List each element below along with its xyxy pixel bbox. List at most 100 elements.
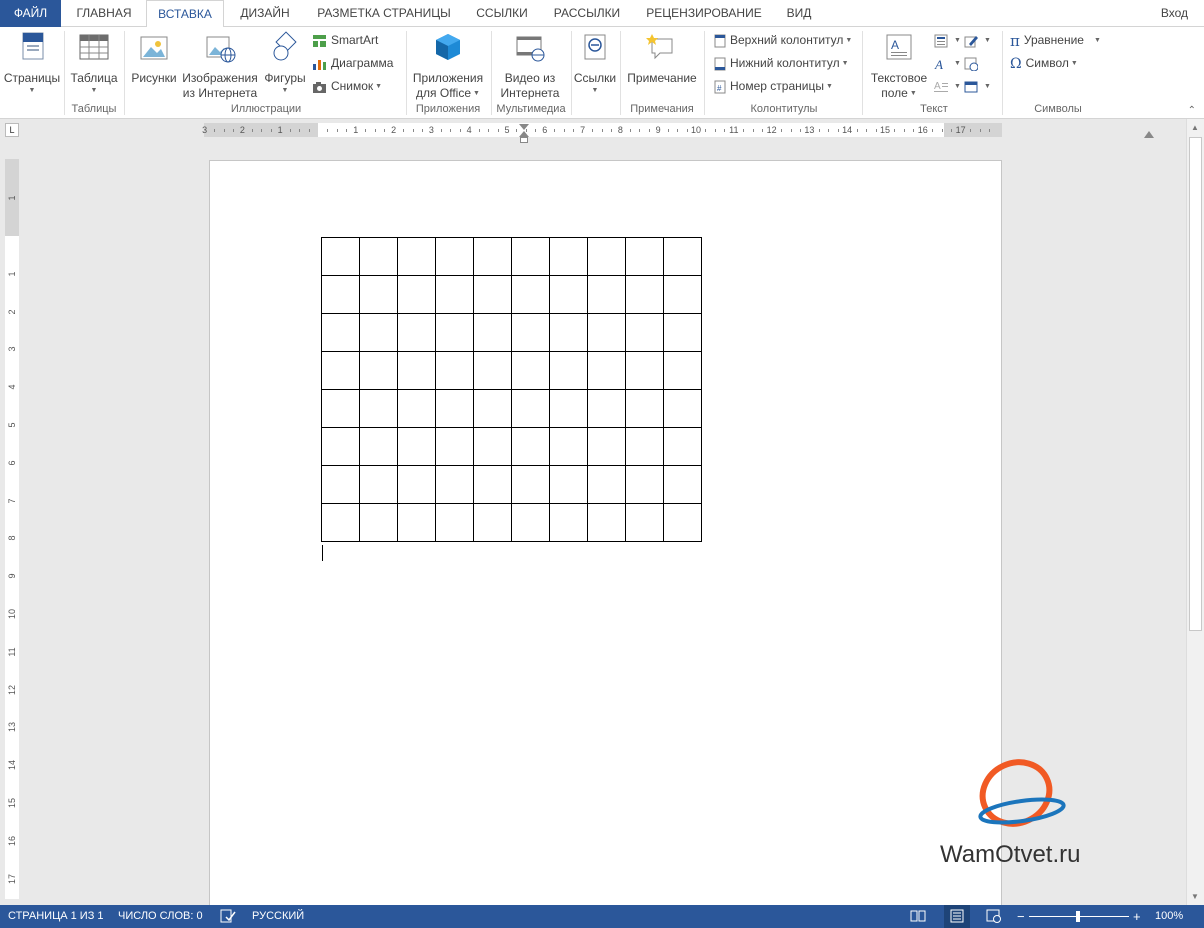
object-button[interactable]: ▼ [964,78,991,95]
table-cell[interactable] [587,427,626,466]
table-cell[interactable] [587,237,626,276]
table-cell[interactable] [321,275,360,314]
table-cell[interactable] [435,275,474,314]
proofing-icon[interactable] [220,905,236,928]
table-cell[interactable] [321,351,360,390]
table-cell[interactable] [549,313,588,352]
table-cell[interactable] [549,465,588,504]
table-cell[interactable] [435,237,474,276]
table-cell[interactable] [663,427,702,466]
table-cell[interactable] [473,389,512,428]
tab-mailings[interactable]: РАССЫЛКИ [544,0,630,27]
smartart-button[interactable]: SmartArt [312,32,378,48]
document-table[interactable] [321,237,702,542]
table-cell[interactable] [663,351,702,390]
table-cell[interactable] [549,503,588,542]
web-layout-icon[interactable] [986,905,1002,928]
table-cell[interactable] [587,389,626,428]
table-cell[interactable] [511,275,550,314]
table-cell[interactable] [473,503,512,542]
table-cell[interactable] [511,237,550,276]
table-cell[interactable] [359,313,398,352]
table-cell[interactable] [473,237,512,276]
table-cell[interactable] [321,313,360,352]
tab-review[interactable]: РЕЦЕНЗИРОВАНИЕ [636,0,772,27]
new-comment-button[interactable]: Примечание [624,29,700,86]
table-cell[interactable] [397,313,436,352]
table-cell[interactable] [473,275,512,314]
scrollbar-thumb[interactable] [1189,137,1202,631]
tab-selector[interactable]: L [5,123,19,137]
shapes-button[interactable]: Фигуры ▼ [260,29,310,96]
horizontal-ruler[interactable]: 3 2 1 1 2 3 4 5 6 7 8 9 10 11 12 13 14 15 16 17 [202,123,1154,143]
table-cell[interactable] [321,237,360,276]
table-cell[interactable] [397,503,436,542]
table-cell[interactable] [397,237,436,276]
table-cell[interactable] [473,313,512,352]
table-cell[interactable] [587,313,626,352]
table-cell[interactable] [625,351,664,390]
table-cell[interactable] [435,351,474,390]
tab-page-layout[interactable]: РАЗМЕТКА СТРАНИЦЫ [306,0,462,27]
table-cell[interactable] [663,503,702,542]
text-box-button[interactable]: A Текстовое поле ▼ [866,29,932,101]
tab-view[interactable]: ВИД [778,0,820,27]
pictures-button[interactable]: Рисунки [128,29,180,86]
zoom-out-button[interactable]: − [1017,905,1025,928]
table-cell[interactable] [625,275,664,314]
pages-button[interactable]: Страницы ▼ [2,29,62,96]
table-cell[interactable] [359,275,398,314]
print-layout-icon[interactable] [944,905,970,928]
word-count-status[interactable]: ЧИСЛО СЛОВ: 0 [118,905,203,928]
zoom-in-button[interactable]: + [1133,905,1141,928]
tab-insert[interactable]: ВСТАВКА [146,0,224,28]
apps-for-office-button[interactable]: Приложения для Office ▼ [408,29,488,101]
table-cell[interactable] [625,313,664,352]
table-cell[interactable] [663,465,702,504]
date-time-button[interactable] [964,55,982,71]
table-cell[interactable] [587,351,626,390]
table-cell[interactable] [321,465,360,504]
table-cell[interactable] [549,237,588,276]
scroll-up-icon[interactable]: ▲ [1191,123,1199,132]
table-cell[interactable] [397,275,436,314]
left-indent-marker[interactable] [520,137,528,143]
table-cell[interactable] [473,351,512,390]
table-cell[interactable] [549,389,588,428]
tab-design[interactable]: ДИЗАЙН [228,0,302,27]
tab-home[interactable]: ГЛАВНАЯ [64,0,144,27]
table-cell[interactable] [625,465,664,504]
table-cell[interactable] [511,427,550,466]
page-count-status[interactable]: СТРАНИЦА 1 ИЗ 1 [8,905,104,928]
table-cell[interactable] [663,313,702,352]
table-cell[interactable] [511,465,550,504]
signature-line-button[interactable]: ▼ [964,32,991,49]
header-button[interactable]: Верхний колонтитул ▼ [714,32,852,49]
table-cell[interactable] [625,389,664,428]
first-line-indent-marker[interactable] [519,124,529,130]
table-cell[interactable] [321,503,360,542]
page-number-button[interactable]: # Номер страницы ▼ [714,78,833,95]
table-cell[interactable] [397,427,436,466]
table-cell[interactable] [511,351,550,390]
table-cell[interactable] [397,465,436,504]
scroll-down-icon[interactable]: ▼ [1191,892,1199,901]
read-mode-icon[interactable] [910,905,926,928]
table-cell[interactable] [435,389,474,428]
table-cell[interactable] [511,389,550,428]
table-cell[interactable] [473,465,512,504]
table-cell[interactable] [359,389,398,428]
table-cell[interactable] [511,503,550,542]
table-cell[interactable] [587,503,626,542]
table-cell[interactable] [587,275,626,314]
vertical-scrollbar[interactable]: ▲ ▼ [1186,119,1204,905]
collapse-ribbon-icon[interactable]: ⌃ [1188,105,1196,116]
table-cell[interactable] [359,465,398,504]
online-pictures-button[interactable]: Изображения из Интернета [180,29,260,101]
table-button[interactable]: Таблица ▼ [68,29,120,96]
table-cell[interactable] [625,427,664,466]
wordart-button[interactable]: A ▼ [934,55,961,72]
table-cell[interactable] [435,427,474,466]
equation-button[interactable]: π Уравнение ▼ [1010,32,1101,49]
right-indent-marker[interactable] [1144,131,1154,138]
